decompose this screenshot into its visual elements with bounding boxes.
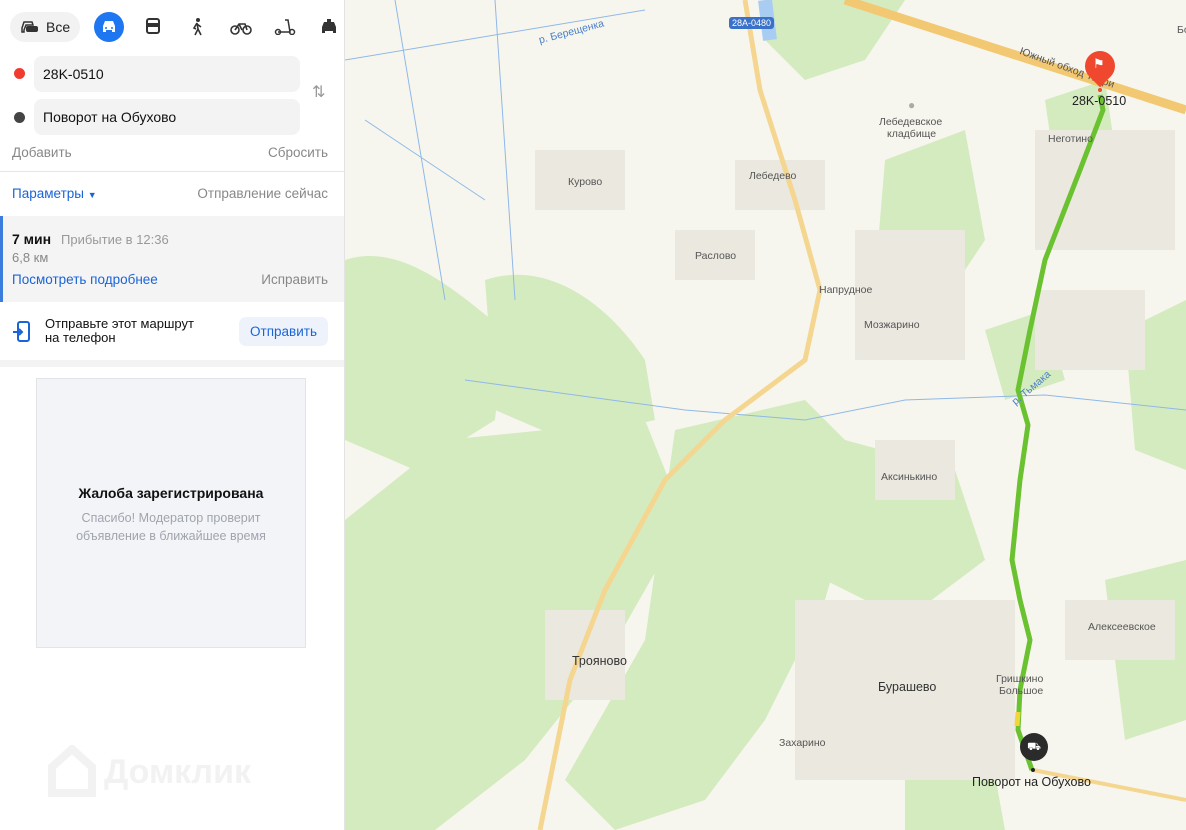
domclick-watermark: Домклик — [48, 745, 251, 799]
caret-down-icon: ▼ — [87, 190, 97, 200]
add-point-link[interactable]: Добавить — [12, 145, 72, 160]
cemetery-icon: ● — [908, 98, 916, 112]
map-label: Мозжарино — [864, 319, 920, 331]
route-distance: 6,8 км — [12, 250, 49, 265]
params-label: Параметры — [12, 186, 84, 201]
route-panel: Все 28K-0510 Поворот на Обухово ⇅ Добави… — [0, 0, 345, 830]
phone-send-icon — [13, 321, 30, 342]
map-label: Раслово — [695, 250, 737, 262]
map-label: Большое — [999, 685, 1044, 697]
route-time: 7 мин — [12, 231, 52, 247]
map-label: кладбище — [887, 128, 937, 140]
end-point-dot — [1031, 768, 1035, 772]
map-label: Бурашево — [878, 680, 937, 694]
from-input[interactable]: 28K-0510 — [34, 56, 300, 92]
divider — [0, 171, 344, 172]
send-text-line1: Отправьте этот маршрут — [45, 316, 194, 331]
end-marker[interactable]: ⛟ — [1020, 733, 1048, 761]
bus-icon — [146, 18, 161, 34]
bus-stop-icon: ⛟ — [1027, 741, 1041, 753]
map-label: Аксинькино — [881, 471, 938, 483]
mode-scooter-button[interactable] — [270, 12, 300, 42]
map-label: Курово — [568, 176, 603, 188]
map-label: Лебедевское — [879, 116, 943, 128]
start-point-dot — [1098, 88, 1102, 92]
pedestrian-icon — [192, 18, 202, 36]
departure-selector[interactable]: Отправление сейчас — [197, 186, 328, 201]
end-label: Поворот на Обухово — [972, 775, 1091, 789]
fix-link[interactable]: Исправить — [261, 272, 328, 287]
mode-car-button[interactable] — [94, 12, 125, 42]
map-label: Захарино — [779, 737, 826, 749]
forest-areas — [345, 0, 1186, 830]
map-label: Трояново — [572, 654, 627, 668]
swap-icon[interactable]: ⇅ — [312, 82, 325, 102]
car-icon — [103, 21, 116, 32]
map[interactable]: 28A-0480 р. Берещенка Южный обход Твери … — [345, 0, 1186, 830]
map-label: Алексеевское — [1088, 621, 1156, 633]
taxi-icon — [322, 19, 337, 33]
mode-bus-button[interactable] — [138, 12, 168, 42]
road-badge: 28A-0480 — [729, 17, 775, 29]
divider — [0, 360, 344, 367]
signpost-icon: ⚑ — [1093, 56, 1105, 71]
to-input[interactable]: Поворот на Обухово — [34, 99, 300, 135]
send-text-line2: на телефон — [45, 330, 116, 345]
map-label: Гришкино — [996, 673, 1044, 685]
send-to-phone: Отправьте этот маршрут на телефон Отправ… — [0, 302, 344, 360]
complaint-title: Жалоба зарегистрирована — [78, 485, 264, 501]
domclick-logo-icon — [48, 745, 96, 797]
route-traffic-segment — [1014, 711, 1021, 727]
mode-all-label: Все — [46, 19, 71, 35]
params-dropdown[interactable]: Параметры ▼ — [12, 186, 97, 201]
end-point-icon — [14, 112, 25, 123]
mode-bicycle-button[interactable] — [226, 12, 256, 42]
send-button[interactable]: Отправить — [239, 317, 328, 346]
complaint-text-line2: объявление в ближайшее время — [76, 529, 266, 543]
mode-taxi-button[interactable] — [314, 12, 344, 42]
map-label: Бо — [1177, 24, 1186, 36]
highway-road — [843, 0, 1186, 115]
start-label: 28K-0510 — [1072, 94, 1127, 108]
start-point-icon — [14, 68, 25, 79]
scooter-icon — [274, 19, 296, 35]
mode-pedestrian-button[interactable] — [182, 12, 212, 42]
reset-link[interactable]: Сбросить — [268, 145, 328, 160]
transport-modes: Все — [10, 12, 344, 42]
route-result-card[interactable]: 7 мин Прибытие в 12:36 6,8 км Посмотреть… — [0, 216, 344, 302]
map-label: Напрудное — [819, 284, 873, 296]
complaint-notice: Жалоба зарегистрирована Спасибо! Модерат… — [36, 378, 306, 648]
arrival-time: Прибытие в 12:36 — [61, 232, 169, 247]
map-canvas — [345, 0, 1186, 830]
map-label: Лебедево — [749, 170, 797, 182]
bicycle-icon — [230, 23, 252, 35]
cars-icon — [21, 21, 38, 33]
details-link[interactable]: Посмотреть подробнее — [12, 272, 158, 287]
map-label: Неготино — [1048, 133, 1093, 145]
watermark-text: Домклик — [104, 752, 252, 791]
mode-all-button[interactable]: Все — [10, 12, 81, 42]
complaint-text-line1: Спасибо! Модератор проверит — [81, 511, 261, 525]
